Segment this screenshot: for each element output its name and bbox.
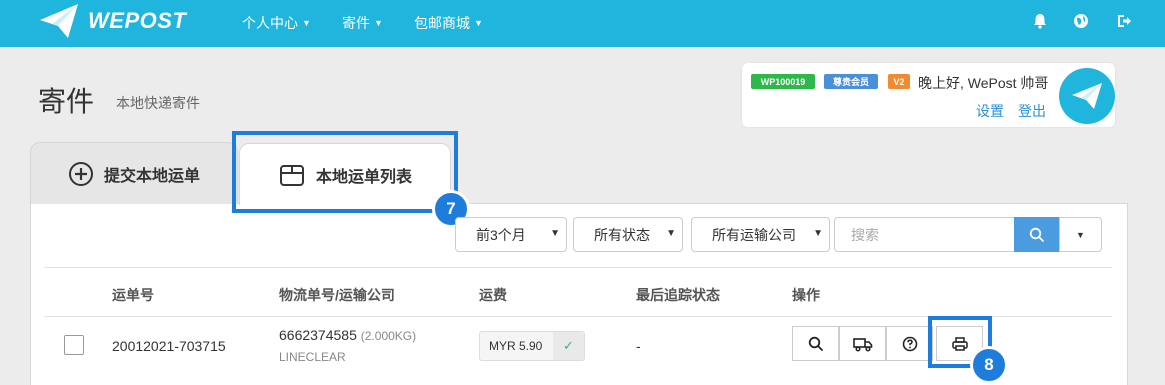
avatar[interactable] <box>1059 68 1115 124</box>
caret-down-icon: ▼ <box>302 18 311 28</box>
nav-mall-label: 包邮商城 <box>414 15 470 31</box>
logout-link[interactable]: 登出 <box>1018 101 1046 121</box>
logo-text: WEPOST <box>88 8 187 33</box>
truck-icon <box>852 337 872 352</box>
check-icon: ✓ <box>553 332 584 360</box>
help-button[interactable] <box>886 326 933 361</box>
level-badge: V2 <box>888 74 910 89</box>
chevron-down-icon: ▼ <box>813 228 823 239</box>
search-placeholder: 搜索 <box>851 226 879 243</box>
package-weight: (2.000KG) <box>360 329 417 343</box>
search-dropdown-button[interactable]: ▼ <box>1059 217 1102 252</box>
period-select[interactable]: 前3个月 ▼ <box>455 217 567 252</box>
row-checkbox[interactable] <box>64 335 84 355</box>
logout-icon[interactable] <box>1115 12 1133 30</box>
page-title: 寄件 <box>38 86 95 117</box>
search-button[interactable] <box>1014 217 1059 252</box>
tab-submit-waybill[interactable]: 提交本地运单 <box>30 142 238 204</box>
search-icon <box>808 336 823 351</box>
column-header-waybill: 运单号 <box>112 287 154 303</box>
carrier-select[interactable]: 所有运输公司 ▼ <box>691 217 830 252</box>
step-marker-8: 8 <box>970 346 1008 384</box>
tab-submit-waybill-label: 提交本地运单 <box>103 167 200 185</box>
plus-circle-icon <box>68 161 93 186</box>
carrier-select-value: 所有运输公司 <box>712 226 796 243</box>
period-select-value: 前3个月 <box>476 226 526 243</box>
greeting-text: 晚上好, WePost 帅哥 <box>918 75 1049 91</box>
user-id-badge: WP100019 <box>751 74 815 89</box>
globe-icon[interactable] <box>1072 12 1090 30</box>
caret-down-icon: ▼ <box>1076 229 1085 240</box>
nav-mall[interactable]: 包邮商城 ▼ <box>414 13 483 33</box>
highlight-box-7 <box>232 131 458 213</box>
tracking-cell: 6662374585 (2.000KG) <box>279 327 416 343</box>
column-header-tracking: 物流单号/运输公司 <box>279 287 395 303</box>
status-select-value: 所有状态 <box>594 226 650 243</box>
nav-send-label: 寄件 <box>342 15 370 31</box>
top-navbar: WEPOST 个人中心 ▼ 寄件 ▼ 包邮商城 ▼ <box>0 0 1165 47</box>
column-header-last-status: 最后追踪状态 <box>636 287 720 303</box>
tracking-number: 6662374585 <box>279 327 357 343</box>
waybill-number: 20012021-703715 <box>112 338 226 354</box>
paper-plane-icon <box>1072 83 1102 109</box>
chevron-down-icon: ▼ <box>550 228 560 239</box>
column-header-actions: 操作 <box>792 287 820 303</box>
search-icon <box>1029 227 1044 242</box>
column-header-fee: 运费 <box>479 287 507 303</box>
logo[interactable]: WEPOST <box>38 2 186 40</box>
settings-link[interactable]: 设置 <box>976 101 1004 121</box>
search-input[interactable]: 搜索 <box>834 217 1015 252</box>
bell-icon[interactable] <box>1031 12 1049 30</box>
status-select[interactable]: 所有状态 ▼ <box>573 217 683 252</box>
paper-plane-icon <box>40 4 78 38</box>
caret-down-icon: ▼ <box>474 18 483 28</box>
question-circle-icon <box>902 336 917 351</box>
page-subtitle: 本地快递寄件 <box>116 95 200 111</box>
nav-personal-center[interactable]: 个人中心 ▼ <box>242 13 311 33</box>
carrier-name: LINECLEAR <box>279 350 346 364</box>
nav-personal-center-label: 个人中心 <box>242 15 298 31</box>
view-button[interactable] <box>792 326 839 361</box>
chevron-down-icon: ▼ <box>666 228 676 239</box>
track-shipment-button[interactable] <box>839 326 886 361</box>
caret-down-icon: ▼ <box>374 18 383 28</box>
last-tracking-status: - <box>636 338 641 354</box>
fee-value: MYR 5.90 <box>489 339 543 353</box>
member-badge: 尊贵会员 <box>824 74 878 89</box>
table-divider <box>44 267 1112 268</box>
nav-send[interactable]: 寄件 ▼ <box>342 13 383 33</box>
